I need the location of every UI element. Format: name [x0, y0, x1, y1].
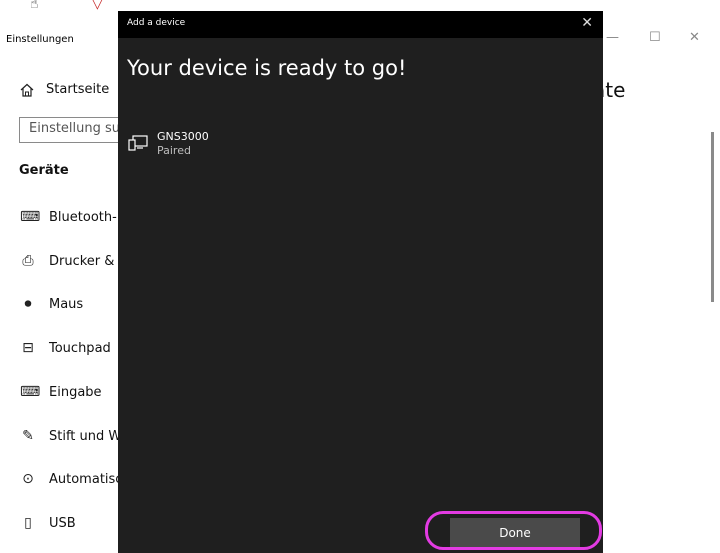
nav-item-typing[interactable]: ⌨ Eingabe: [20, 384, 102, 400]
touch-icon: ☝: [30, 0, 39, 12]
maximize-icon[interactable]: ☐: [649, 30, 661, 45]
dialog-titlebar: Add a device ✕: [118, 11, 603, 38]
section-title: Geräte: [19, 163, 69, 178]
nav-item-label: Touchpad: [49, 340, 111, 356]
nav-item-label: USB: [49, 515, 76, 531]
dialog-heading: Your device is ready to go!: [127, 56, 407, 80]
nav-item-touchpad[interactable]: ⊟ Touchpad: [20, 340, 111, 356]
minimize-icon[interactable]: —: [606, 30, 619, 45]
filter-icon: ▽: [92, 0, 103, 12]
nav-home[interactable]: Startseite: [20, 82, 109, 97]
nav-item-label: Automatiscl: [49, 471, 127, 487]
device-name: GNS3000: [157, 130, 209, 143]
dialog-close-icon[interactable]: ✕: [581, 15, 593, 31]
device-status: Paired: [157, 144, 191, 157]
nav-item-label: Drucker & S: [49, 253, 127, 269]
add-device-dialog: Add a device ✕ Your device is ready to g…: [118, 11, 603, 553]
settings-window-title: Einstellungen: [6, 34, 74, 45]
close-icon[interactable]: ✕: [689, 30, 700, 45]
bluetooth-devices-icon: ⌨: [20, 209, 41, 225]
dialog-title: Add a device: [127, 18, 186, 28]
keyboard-icon: ⌨: [20, 384, 41, 400]
touchpad-icon: ⊟: [22, 340, 34, 356]
nav-home-label: Startseite: [46, 82, 110, 97]
paired-device-item: GNS3000 Paired: [128, 130, 209, 158]
nav-item-mouse[interactable]: ⏺ Maus: [20, 296, 84, 312]
done-button[interactable]: Done: [450, 518, 580, 548]
mouse-icon: ⏺: [24, 296, 32, 312]
pen-icon: ✎: [22, 428, 34, 444]
device-icon: [128, 135, 148, 151]
usb-icon: ▯: [24, 515, 32, 531]
nav-item-autoplay[interactable]: ⊙ Automatiscl: [20, 471, 126, 487]
home-icon: [20, 83, 34, 97]
printer-icon: ⎙: [22, 253, 34, 269]
nav-item-label: Eingabe: [49, 384, 102, 400]
nav-item-printers[interactable]: ⎙ Drucker & S: [20, 253, 127, 269]
nav-item-bluetooth[interactable]: ⌨ Bluetooth- u: [20, 209, 129, 225]
nav-item-usb[interactable]: ▯ USB: [20, 515, 76, 531]
autoplay-icon: ⊙: [22, 471, 34, 487]
scrollbar[interactable]: [711, 132, 714, 302]
nav-item-label: Maus: [49, 296, 84, 312]
nav-item-label: Stift und Wi: [49, 428, 125, 444]
nav-item-pen[interactable]: ✎ Stift und Wi: [20, 428, 125, 444]
